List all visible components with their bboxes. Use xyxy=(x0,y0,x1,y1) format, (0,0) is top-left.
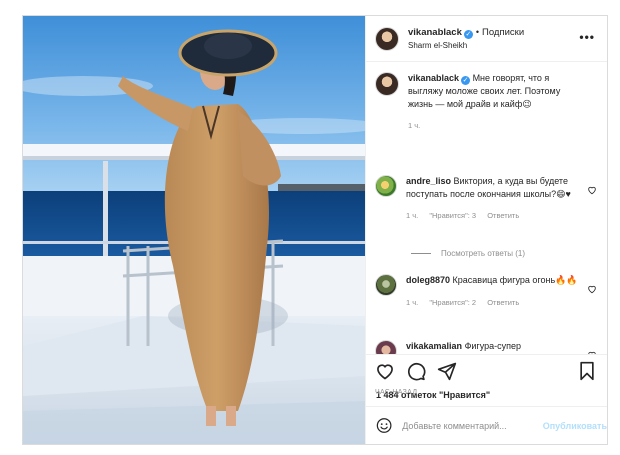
comment-icon[interactable] xyxy=(406,361,426,381)
post-header: vikanablack ✓ • Подписки Sharm el-Sheikh ••… xyxy=(366,16,607,62)
reply-button[interactable]: Ответить xyxy=(487,298,519,307)
more-options-icon[interactable]: ••• xyxy=(579,30,595,44)
comment-time[interactable]: 1 ч. xyxy=(406,211,418,220)
comment-like-heart-icon[interactable] xyxy=(587,185,597,195)
heart-icon[interactable] xyxy=(375,361,395,381)
commenter-avatar[interactable] xyxy=(375,175,397,197)
commenter-avatar[interactable] xyxy=(375,274,397,296)
verified-icon: ✓ xyxy=(461,76,471,85)
caption-item: vikanablack ✓ Мне говорят, что я выгляжу … xyxy=(375,72,597,133)
comment-text: Фигура-супер xyxy=(464,341,522,351)
comment-emoji: 🔥🔥 xyxy=(555,275,578,285)
comment-input[interactable] xyxy=(402,420,541,431)
follow-status-button[interactable]: Подписки xyxy=(482,27,524,38)
instagram-post: vikanablack ✓ • Подписки Sharm el-Sheikh ••… xyxy=(22,15,608,445)
commenter-avatar[interactable] xyxy=(375,340,397,354)
comment-emoji: 😄♥ xyxy=(556,188,571,199)
posted-ago: ЧАС НАЗАД xyxy=(375,389,418,396)
comment-item: doleg8870 Красавица фигура огонь🔥🔥 1 ч. … xyxy=(375,274,597,309)
share-icon[interactable] xyxy=(437,361,457,381)
comment-time[interactable]: 1 ч. xyxy=(406,298,418,307)
post-photo[interactable] xyxy=(23,16,366,444)
caption-emoji: 😉 xyxy=(522,98,532,109)
caption-username[interactable]: vikanablack xyxy=(408,73,459,83)
comment-username[interactable]: vikakamalian xyxy=(406,341,462,351)
post-location[interactable]: Sharm el-Sheikh xyxy=(408,39,524,52)
post-side-panel: vikanablack ✓ • Подписки Sharm el-Sheikh ••… xyxy=(366,16,607,444)
comment-username[interactable]: doleg8870 xyxy=(406,275,450,285)
emoji-icon[interactable] xyxy=(376,417,392,434)
publish-button[interactable]: Опубликовать xyxy=(543,421,607,431)
yacht-photo xyxy=(23,16,365,444)
view-replies-label: Посмотреть ответы (1) xyxy=(441,249,526,258)
comment-item: andre_liso Виктория, а куда вы будете по… xyxy=(375,175,597,223)
replies-divider xyxy=(411,253,431,254)
author-username[interactable]: vikanablack xyxy=(408,27,462,38)
comment-likes[interactable]: "Нравится": 2 xyxy=(429,298,476,307)
author-avatar[interactable] xyxy=(375,72,399,96)
caption-time[interactable]: 1 ч. xyxy=(408,121,420,130)
view-replies-button[interactable]: Посмотреть ответы (1) xyxy=(411,249,525,258)
comment-username[interactable]: andre_liso xyxy=(406,176,451,186)
verified-icon: ✓ xyxy=(463,29,473,39)
comment-likes[interactable]: "Нравится": 3 xyxy=(429,211,476,220)
comment-item: vikakamalian Фигура-супер xyxy=(375,340,597,354)
post-actions: 1 484 отметок "Нравится" xyxy=(366,354,607,406)
bookmark-icon[interactable] xyxy=(577,361,597,381)
reply-button[interactable]: Ответить xyxy=(487,211,519,220)
comment-like-heart-icon[interactable] xyxy=(587,284,597,294)
author-avatar[interactable] xyxy=(375,26,399,51)
comments-list[interactable]: vikanablack ✓ Мне говорят, что я выгляжу … xyxy=(366,62,607,354)
separator-dot: • xyxy=(475,26,480,37)
add-comment-bar: Опубликовать xyxy=(366,406,607,444)
comment-text: Красавица фигура огонь xyxy=(452,275,556,285)
